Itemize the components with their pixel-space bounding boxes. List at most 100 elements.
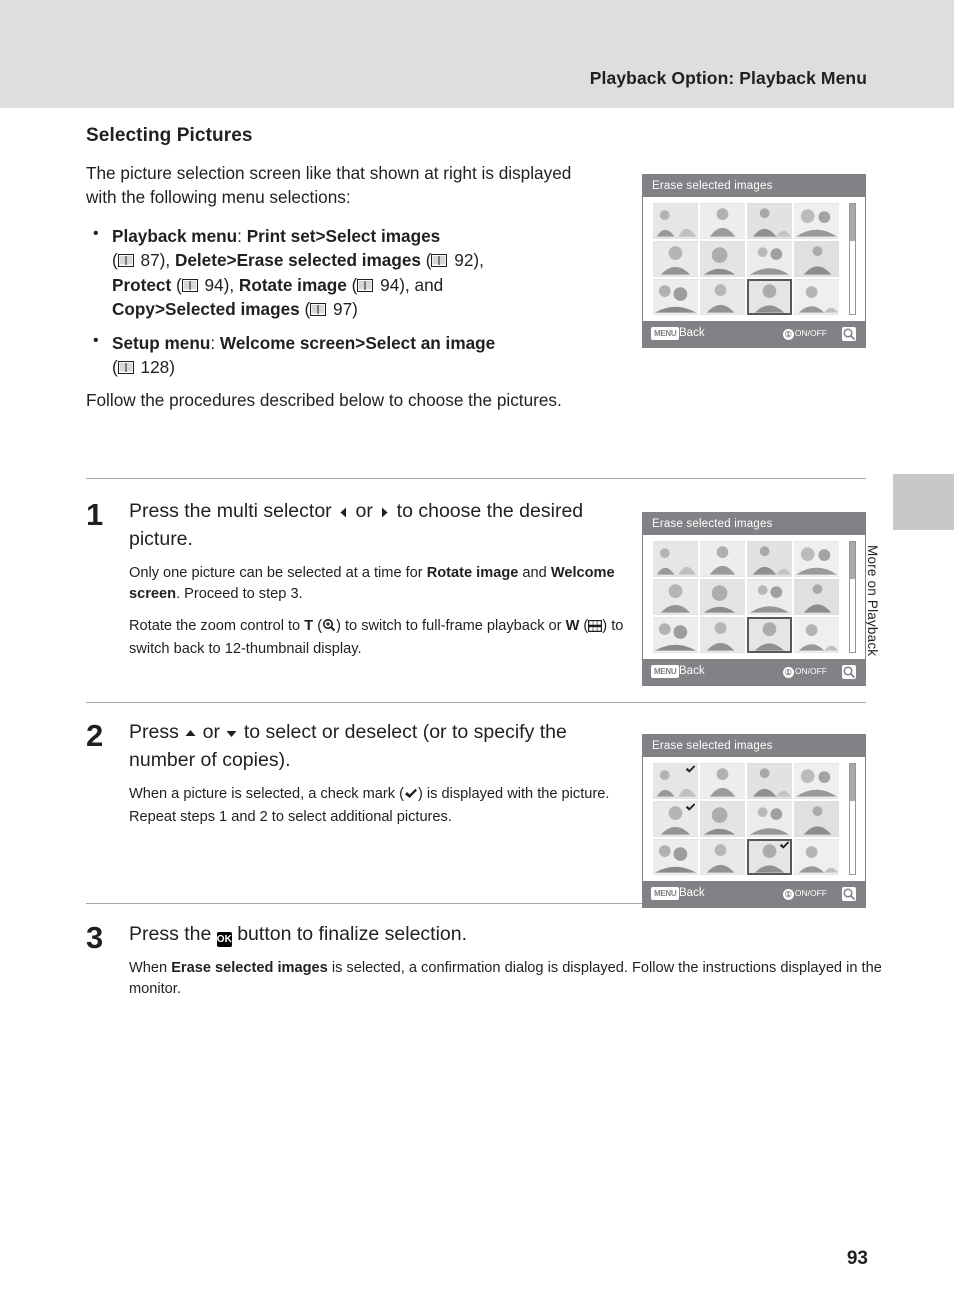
thumbnail-selected[interactable] [747, 279, 792, 315]
thumbnail[interactable] [794, 203, 839, 239]
camera-screen-1-body [643, 197, 865, 321]
thumbnail[interactable] [747, 541, 792, 577]
thumbnail[interactable] [653, 839, 698, 875]
magnify-icon[interactable] [842, 887, 856, 901]
thumbnail[interactable] [653, 279, 698, 315]
thumbnail[interactable] [700, 541, 745, 577]
thumbnail[interactable] [747, 203, 792, 239]
bullet2-lead: Setup menu [112, 332, 211, 353]
onoff-control[interactable]: ① ON/OFF [782, 665, 827, 678]
bullet1-mid1: , [165, 250, 175, 271]
scrollbar[interactable] [849, 203, 856, 315]
thumbnail[interactable] [653, 541, 698, 577]
thumbnail[interactable] [700, 579, 745, 615]
step-3: 3 Press the OK button to finalize select… [86, 922, 882, 1000]
thumbnail[interactable] [794, 541, 839, 577]
step-1-p2c: ) to switch to full-frame playback or [336, 617, 566, 634]
page-header-band [0, 0, 954, 108]
onoff-control[interactable]: ① ON/OFF [782, 887, 827, 900]
scrollbar-thumb[interactable] [850, 542, 855, 580]
check-mark-icon [779, 840, 790, 851]
thumbnail[interactable] [747, 763, 792, 799]
magnify-icon[interactable] [842, 327, 856, 341]
step-1-p2a: Rotate the zoom control to [129, 617, 305, 634]
thumbnail[interactable] [794, 617, 839, 653]
scrollbar-thumb[interactable] [850, 764, 855, 802]
book-page-icon [181, 278, 198, 292]
menu-button-icon[interactable]: MENU [651, 327, 680, 340]
thumbnail[interactable] [653, 203, 698, 239]
step-1-number: 1 [86, 497, 104, 532]
thumbnail[interactable] [700, 801, 745, 837]
book-page-icon [117, 360, 134, 374]
document-page: Playback Option: Playback Menu More on P… [0, 0, 954, 1314]
back-label[interactable]: Back [679, 886, 705, 901]
onoff-dot-icon: ① [782, 667, 794, 678]
check-mark-icon [404, 786, 418, 807]
thumbnail[interactable] [794, 839, 839, 875]
step-2-p1a: When a picture is selected, a check mark… [129, 785, 404, 802]
bullet1-gt3: > [154, 299, 166, 320]
thumbnail[interactable] [794, 763, 839, 799]
thumbnail-grid-icon [588, 618, 603, 639]
thumbnail[interactable] [653, 801, 698, 837]
thumbnail-grid [653, 541, 839, 653]
bullet1-ref4: 94 [380, 274, 400, 295]
step-3-head-pre: Press the [129, 923, 217, 945]
thumbnail[interactable] [653, 241, 698, 277]
thumbnail[interactable] [747, 241, 792, 277]
thumbnail[interactable] [700, 279, 745, 315]
thumbnail[interactable] [700, 839, 745, 875]
bullet2-ref1: 128 [140, 356, 170, 377]
thumbnail-grid [653, 763, 839, 875]
follow-paragraph: Follow the procedures described below to… [86, 390, 562, 411]
thumbnail[interactable] [700, 203, 745, 239]
thumbnail[interactable] [747, 579, 792, 615]
thumbnail[interactable] [653, 579, 698, 615]
thumbnail[interactable] [700, 617, 745, 653]
menu-button-icon[interactable]: MENU [651, 665, 680, 678]
arrow-right-icon [378, 501, 391, 527]
menu-button-icon[interactable]: MENU [651, 887, 680, 900]
thumbnail-selected[interactable] [747, 617, 792, 653]
onoff-label: ON/OFF [794, 328, 827, 338]
thumbnail[interactable] [653, 617, 698, 653]
thumbnail-selected[interactable] [747, 839, 792, 875]
thumbnail[interactable] [747, 801, 792, 837]
page-header-title: Playback Option: Playback Menu [589, 68, 867, 88]
step-1-para-2: Rotate the zoom control to T () to switc… [129, 616, 629, 660]
bullet1-sep: : [237, 225, 247, 246]
thumbnail[interactable] [794, 279, 839, 315]
step-3-para-1: When Erase selected images is selected, … [129, 958, 919, 1000]
ok-button-icon: OK [216, 932, 232, 947]
divider [86, 478, 866, 479]
bullet1-lead: Playback menu [112, 225, 238, 246]
back-label[interactable]: Back [679, 664, 705, 679]
step-1-p2d: ( [579, 617, 589, 634]
thumbnail[interactable] [794, 579, 839, 615]
onoff-label: ON/OFF [794, 666, 827, 676]
magnify-plus-icon [322, 618, 336, 639]
step-2-head-mid: or [197, 721, 226, 743]
side-tab-block [893, 474, 954, 530]
onoff-control[interactable]: ① ON/OFF [782, 327, 827, 340]
thumbnail[interactable] [700, 241, 745, 277]
thumbnail[interactable] [700, 763, 745, 799]
bullet2-sep: : [210, 332, 220, 353]
scrollbar-thumb[interactable] [850, 204, 855, 242]
bullet1-ref1: 87 [140, 250, 160, 271]
thumbnail[interactable] [794, 801, 839, 837]
magnify-icon[interactable] [842, 665, 856, 679]
scrollbar[interactable] [849, 763, 856, 875]
step-1-p1a: Only one picture can be selected at a ti… [129, 564, 427, 581]
list-item: Playback menu: Print set>Select images (… [86, 223, 621, 322]
arrow-up-icon [184, 722, 197, 748]
bullet1-mid2: , [479, 250, 484, 271]
step-1-p1b1: Rotate image [426, 564, 519, 581]
scrollbar[interactable] [849, 541, 856, 653]
step-2-head-pre: Press [129, 721, 185, 743]
back-label[interactable]: Back [679, 326, 705, 341]
bullet1-b4: Rotate image [238, 274, 347, 295]
thumbnail[interactable] [653, 763, 698, 799]
thumbnail[interactable] [794, 241, 839, 277]
